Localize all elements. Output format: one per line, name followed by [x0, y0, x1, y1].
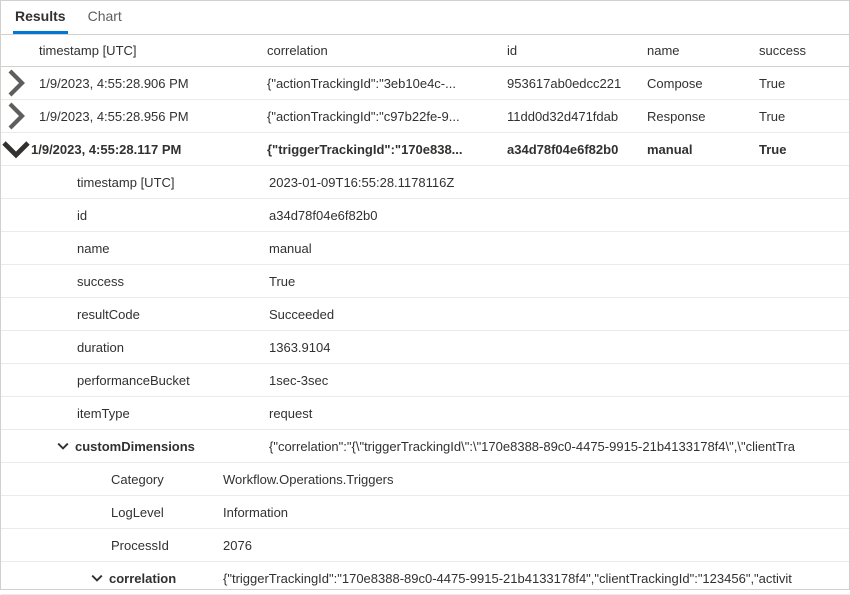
cell-success: True [751, 142, 849, 157]
table-row[interactable]: 1/9/2023, 4:55:28.956 PM {"actionTrackin… [1, 100, 849, 133]
highlight-clienttrackingid: "clientTrackingId":"123456" [594, 571, 750, 586]
detail-row: timestamp [UTC] 2023-01-09T16:55:28.1178… [1, 166, 849, 199]
detail-row-customdimensions[interactable]: customDimensions {"correlation":"{\"trig… [1, 430, 849, 463]
cell-timestamp: 1/9/2023, 4:55:28.956 PM [31, 109, 259, 124]
col-id[interactable]: id [499, 43, 639, 58]
cell-correlation: {"actionTrackingId":"3eb10e4c-... [259, 76, 499, 91]
detail-label: timestamp [UTC] [1, 175, 269, 190]
detail-value: request [269, 406, 849, 421]
cell-id: 953617ab0edcc221 [499, 76, 639, 91]
detail-label: Category [1, 472, 223, 487]
detail-row: ProcessId 2076 [1, 529, 849, 562]
table-row[interactable]: 1/9/2023, 4:55:28.906 PM {"actionTrackin… [1, 67, 849, 100]
detail-value: manual [269, 241, 849, 256]
table-row-expanded[interactable]: 1/9/2023, 4:55:28.117 PM {"triggerTracki… [1, 133, 849, 166]
detail-label-correlation: correlation [1, 571, 223, 586]
detail-value: Succeeded [269, 307, 849, 322]
detail-row: success True [1, 265, 849, 298]
chevron-down-icon[interactable] [91, 572, 103, 584]
detail-row: Category Workflow.Operations.Triggers [1, 463, 849, 496]
detail-label: id [1, 208, 269, 223]
chevron-down-icon[interactable] [57, 440, 69, 452]
cell-correlation: {"triggerTrackingId":"170e838... [259, 142, 499, 157]
chevron-right-icon[interactable] [1, 68, 31, 98]
col-success[interactable]: success [751, 43, 849, 58]
chevron-right-icon[interactable] [1, 101, 31, 131]
col-correlation[interactable]: correlation [259, 43, 499, 58]
detail-row: id a34d78f04e6f82b0 [1, 199, 849, 232]
detail-value: {"correlation":"{\"triggerTrackingId\":\… [269, 439, 849, 454]
detail-value: True [269, 274, 849, 289]
detail-row: name manual [1, 232, 849, 265]
cell-name: manual [639, 142, 751, 157]
detail-label-customdimensions: customDimensions [1, 439, 269, 454]
detail-row: duration 1363.9104 [1, 331, 849, 364]
detail-row-correlation[interactable]: correlation {"triggerTrackingId":"170e83… [1, 562, 849, 595]
detail-label: name [1, 241, 269, 256]
cell-id: a34d78f04e6f82b0 [499, 142, 639, 157]
cell-id: 11dd0d32d471fdab [499, 109, 639, 124]
detail-label: performanceBucket [1, 373, 269, 388]
detail-label: success [1, 274, 269, 289]
col-name[interactable]: name [639, 43, 751, 58]
col-timestamp[interactable]: timestamp [UTC] [31, 43, 259, 58]
detail-value: 2076 [223, 538, 849, 553]
cell-success: True [751, 76, 849, 91]
detail-value: 1sec-3sec [269, 373, 849, 388]
detail-value-correlation: {"triggerTrackingId":"170e8388-89c0-4475… [223, 571, 849, 586]
detail-label: resultCode [1, 307, 269, 322]
detail-row: resultCode Succeeded [1, 298, 849, 331]
tab-results[interactable]: Results [13, 2, 68, 34]
tab-bar: Results Chart [1, 1, 849, 35]
table-header: timestamp [UTC] correlation id name succ… [1, 35, 849, 67]
detail-label: LogLevel [1, 505, 223, 520]
cell-correlation: {"actionTrackingId":"c97b22fe-9... [259, 109, 499, 124]
cell-name: Response [639, 109, 751, 124]
detail-pane: timestamp [UTC] 2023-01-09T16:55:28.1178… [1, 166, 849, 595]
detail-value: Information [223, 505, 849, 520]
cell-name: Compose [639, 76, 751, 91]
tab-chart[interactable]: Chart [86, 2, 124, 34]
detail-row: LogLevel Information [1, 496, 849, 529]
detail-row: itemType request [1, 397, 849, 430]
detail-value: 2023-01-09T16:55:28.1178116Z [269, 175, 849, 190]
cell-success: True [751, 109, 849, 124]
detail-label: ProcessId [1, 538, 223, 553]
detail-label: duration [1, 340, 269, 355]
detail-value: Workflow.Operations.Triggers [223, 472, 849, 487]
cell-timestamp: 1/9/2023, 4:55:28.906 PM [31, 76, 259, 91]
cell-timestamp: 1/9/2023, 4:55:28.117 PM [31, 142, 259, 157]
detail-row: performanceBucket 1sec-3sec [1, 364, 849, 397]
detail-value: 1363.9104 [269, 340, 849, 355]
chevron-down-icon[interactable] [1, 134, 31, 164]
detail-value: a34d78f04e6f82b0 [269, 208, 849, 223]
detail-label: itemType [1, 406, 269, 421]
